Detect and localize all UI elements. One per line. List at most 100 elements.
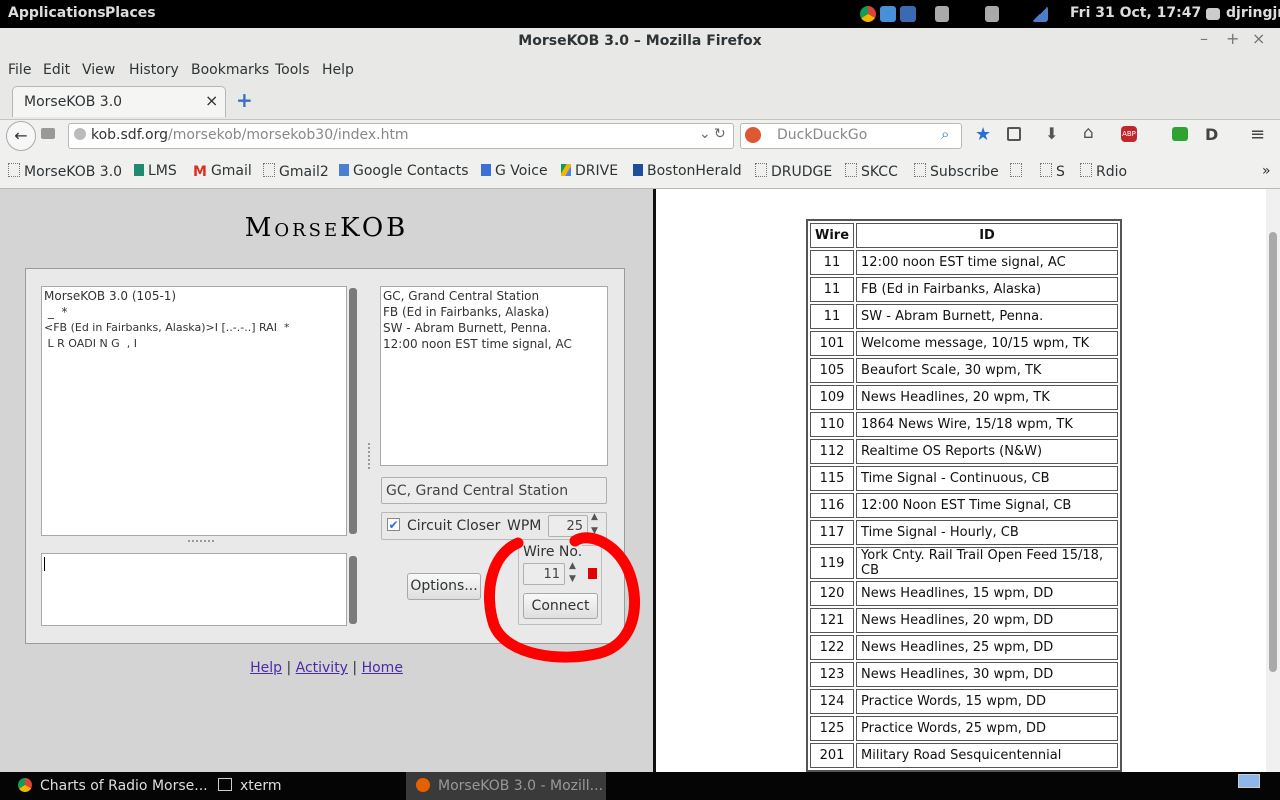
taskbar-item-charts[interactable]: Charts of Radio Morse... [18, 772, 208, 800]
station-item[interactable]: GC, Grand Central Station [383, 288, 605, 304]
menu-edit[interactable]: Edit [43, 62, 70, 78]
page-scrollbar-thumb[interactable] [1269, 232, 1277, 672]
wire-id-cell: SW - Abram Burnett, Penna. [856, 304, 1119, 329]
station-item[interactable]: 12:00 noon EST time signal, AC [383, 336, 605, 352]
station-item[interactable]: FB (Ed in Fairbanks, Alaska) [383, 304, 605, 320]
send-scrollbar[interactable] [349, 556, 357, 624]
wire-number-cell: 125 [810, 716, 855, 741]
search-bar[interactable]: DuckDuckGo ⌕ [740, 123, 962, 149]
bookmark-drive[interactable]: DRIVE [561, 163, 618, 179]
text-cursor [44, 557, 45, 571]
history-icon[interactable] [41, 128, 55, 139]
bookmark-untitled[interactable] [1010, 163, 1026, 180]
link-separator: | [352, 660, 358, 676]
chat-icon [1206, 8, 1220, 20]
close-window-button[interactable]: × [1252, 28, 1265, 50]
bookmark-rdio[interactable]: Rdio [1080, 163, 1127, 180]
menu-tools[interactable]: Tools [275, 62, 310, 78]
bookmark-g-voice[interactable]: G Voice [481, 163, 548, 179]
new-tab-button[interactable]: + [236, 88, 253, 112]
bookmarks-overflow-icon[interactable]: » [1262, 163, 1271, 179]
window-title: MorseKOB 3.0 – Mozilla Firefox [0, 28, 1280, 56]
chrome-icon [18, 778, 32, 792]
menu-history[interactable]: History [129, 62, 179, 78]
workspace-switcher[interactable] [1238, 774, 1260, 788]
user-menu[interactable]: djringjr [1226, 5, 1280, 21]
search-icon[interactable]: ⌕ [941, 125, 949, 143]
circuit-closer-checkbox[interactable]: ✔ [387, 518, 400, 531]
dropbox-tray-icon[interactable] [880, 6, 896, 22]
reading-list-icon[interactable] [1007, 127, 1021, 141]
minimize-button[interactable]: – [1200, 28, 1208, 50]
send-textarea[interactable] [41, 553, 347, 626]
vertical-splitter-handle[interactable] [368, 443, 373, 469]
bookmark-bostonherald[interactable]: BostonHerald [633, 163, 742, 179]
stations-list[interactable]: GC, Grand Central Station FB (Ed in Fair… [380, 286, 608, 466]
wire-number-cell: 117 [810, 520, 855, 545]
table-row: 124 Practice Words, 15 wpm, DD [810, 689, 1119, 714]
taskbar-item-xterm[interactable]: xterm [218, 772, 282, 800]
chrome-tray-icon[interactable] [860, 6, 876, 22]
wire-number-cell: 11 [810, 277, 855, 302]
reload-icon[interactable]: ↻ [714, 126, 726, 142]
home-link[interactable]: Home [362, 660, 403, 676]
bookmark-lms[interactable]: LMS [134, 163, 177, 179]
wire-number-cell: 115 [810, 466, 855, 491]
wire-number-cell: 119 [810, 547, 855, 579]
wire-table: Wire ID 11 12:00 noon EST time signal, AC… [806, 219, 1123, 772]
activity-link[interactable]: Activity [296, 660, 348, 676]
wire-id-cell: Military Road Sesquicentennial [856, 743, 1119, 768]
wpm-up-icon[interactable]: ▲ [591, 512, 598, 522]
extension-d-icon[interactable]: D [1205, 125, 1218, 144]
bookmark-drudge[interactable]: DRUDGE [755, 163, 832, 180]
station-item[interactable]: SW - Abram Burnett, Penna. [383, 320, 605, 336]
url-dropdown-icon[interactable]: ⌄ [699, 126, 711, 142]
clock[interactable]: Fri 31 Oct, 17:47 [1070, 5, 1201, 21]
bluetooth-tray-icon[interactable] [900, 6, 916, 22]
code-log-textarea[interactable]: MorseKOB 3.0 (105-1) _ * <FB (Ed in Fair… [41, 286, 347, 536]
help-link[interactable]: Help [250, 660, 282, 676]
duckduckgo-icon[interactable] [745, 127, 761, 143]
tab-morsekob[interactable]: MorseKOB 3.0 × [12, 86, 226, 117]
hamburger-menu-icon[interactable]: ≡ [1250, 124, 1265, 145]
splitter-handle[interactable] [188, 540, 214, 546]
network-signal-icon[interactable] [1032, 6, 1048, 22]
volume-tray-icon-2[interactable] [985, 6, 999, 22]
table-row: 11 SW - Abram Burnett, Penna. [810, 304, 1119, 329]
volume-tray-icon[interactable] [935, 6, 949, 22]
bookmark-google-contacts[interactable]: Google Contacts [339, 163, 469, 179]
office-id-field[interactable]: GC, Grand Central Station [381, 477, 607, 504]
table-row: 11 FB (Ed in Fairbanks, Alaska) [810, 277, 1119, 302]
applications-menu[interactable]: Applications [8, 5, 106, 21]
close-tab-icon[interactable]: × [205, 91, 218, 110]
bookmark-gmail[interactable]: M Gmail [193, 163, 252, 180]
menu-view[interactable]: View [82, 62, 115, 78]
wire-id-cell: News Headlines, 20 wpm, TK [856, 385, 1119, 410]
back-arrow-icon[interactable]: ← [6, 121, 36, 151]
bookmark-gmail2[interactable]: Gmail2 [263, 163, 329, 180]
bookmark-subscribe[interactable]: Subscribe [914, 163, 999, 180]
taskbar-item-firefox[interactable]: MorseKOB 3.0 - Mozill... [406, 772, 606, 800]
url-path: /morsekob/morsekob30/index.htm [168, 127, 409, 143]
options-button[interactable]: Options... [407, 573, 481, 600]
log-scrollbar[interactable] [349, 288, 357, 534]
places-menu[interactable]: Places [105, 5, 156, 21]
bookmark-star-icon[interactable]: ★ [975, 124, 991, 145]
search-input[interactable]: DuckDuckGo [777, 127, 867, 143]
bookmark-s[interactable]: S [1040, 163, 1065, 180]
menu-bookmarks[interactable]: Bookmarks [191, 62, 269, 78]
wire-id-cell: Beaufort Scale, 30 wpm, TK [856, 358, 1119, 383]
page-icon [755, 163, 767, 177]
adblock-icon[interactable]: ABP [1121, 126, 1137, 142]
bookmark-morsekob[interactable]: MorseKOB 3.0 [8, 163, 122, 180]
terminal-icon [218, 778, 232, 791]
site-identity-icon[interactable] [74, 128, 86, 140]
download-icon[interactable]: ⬇ [1045, 124, 1058, 143]
bookmark-skcc[interactable]: SKCC [845, 163, 898, 180]
home-icon[interactable]: ⌂ [1083, 123, 1094, 143]
menu-file[interactable]: File [8, 62, 31, 78]
extension-icon[interactable] [1172, 127, 1188, 141]
maximize-button[interactable]: + [1226, 28, 1239, 50]
url-bar[interactable]: kob.sdf.org /morsekob/morsekob30/index.h… [68, 123, 734, 149]
menu-help[interactable]: Help [322, 62, 354, 78]
